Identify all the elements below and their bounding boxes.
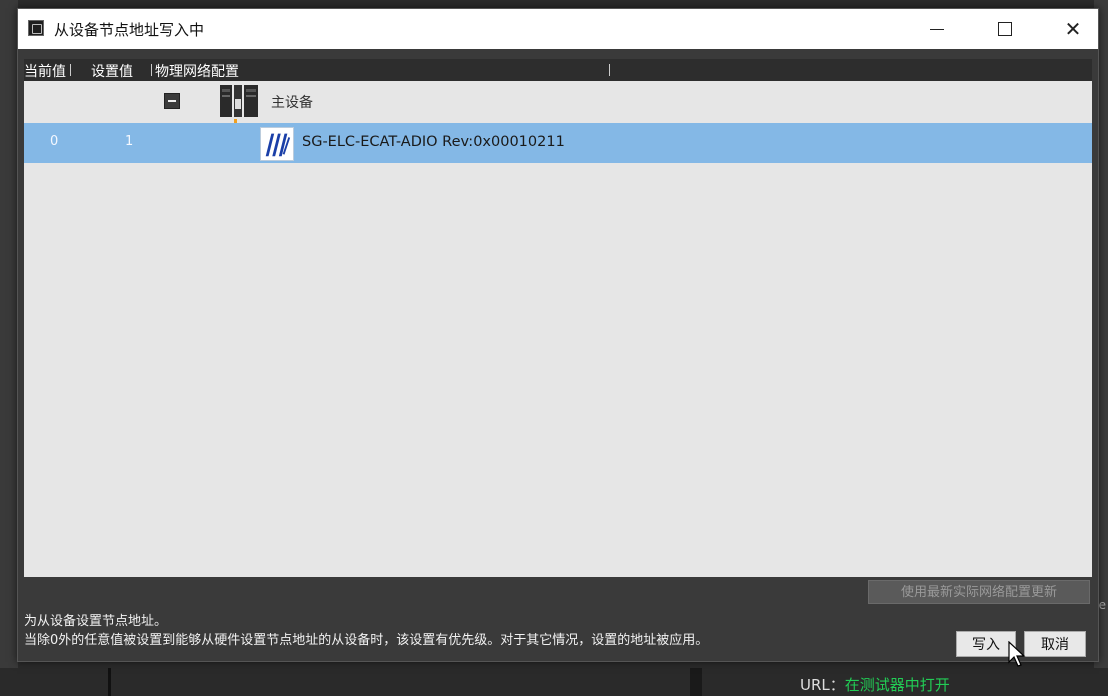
background-statusbar: URL：在测试器中打开 bbox=[0, 668, 1108, 696]
node-address-write-dialog: 从设备节点地址写入中 ✕ 当前值 设置值 物理网络配置 主设备 0 1 SG-E… bbox=[17, 8, 1099, 667]
description-line-1: 为从设备设置节点地址。 bbox=[24, 614, 168, 629]
background-window-left bbox=[0, 0, 18, 696]
url-label: URL： bbox=[800, 676, 845, 694]
column-header-set[interactable]: 设置值 bbox=[91, 61, 133, 81]
column-header-row: 当前值 设置值 物理网络配置 bbox=[24, 59, 1092, 81]
app-icon bbox=[28, 20, 44, 36]
minimize-icon bbox=[930, 28, 944, 30]
plc-master-icon bbox=[220, 85, 258, 117]
master-label: 主设备 bbox=[271, 95, 313, 111]
cancel-button[interactable]: 取消 bbox=[1024, 631, 1086, 657]
background-text-fragment: e bbox=[1098, 598, 1106, 612]
tree-row-slave[interactable]: 0 1 SG-ELC-ECAT-ADIO Rev:0x00010211 bbox=[24, 123, 1092, 163]
close-icon: ✕ bbox=[1064, 17, 1082, 41]
background-url-label: URL：在测试器中打开 bbox=[800, 674, 950, 695]
column-header-topology[interactable]: 物理网络配置 bbox=[155, 61, 239, 81]
column-resize-handle[interactable] bbox=[151, 64, 152, 76]
write-button[interactable]: 写入 bbox=[956, 631, 1016, 657]
maximize-button[interactable] bbox=[982, 9, 1028, 49]
column-resize-handle[interactable] bbox=[70, 64, 71, 76]
update-from-actual-network-button[interactable]: 使用最新实际网络配置更新 bbox=[868, 580, 1090, 604]
collapse-icon[interactable] bbox=[164, 93, 180, 109]
set-value-cell[interactable]: 1 bbox=[125, 134, 133, 149]
tree-row-master[interactable]: 主设备 bbox=[24, 81, 1092, 121]
mouse-cursor-icon bbox=[1008, 641, 1026, 667]
window-title: 从设备节点地址写入中 bbox=[54, 21, 205, 39]
title-bar[interactable]: 从设备节点地址写入中 ✕ bbox=[18, 9, 1098, 49]
url-link[interactable]: 在测试器中打开 bbox=[845, 676, 950, 694]
description-line-2: 当除0外的任意值被设置到能够从硬件设置节点地址的从设备时，该设置有优先级。对于其… bbox=[24, 633, 709, 648]
column-resize-handle[interactable] bbox=[609, 64, 610, 76]
close-button[interactable]: ✕ bbox=[1050, 9, 1096, 49]
maximize-icon bbox=[998, 22, 1012, 36]
background-divider bbox=[108, 668, 111, 696]
background-divider bbox=[690, 668, 702, 696]
column-header-current[interactable]: 当前值 bbox=[24, 61, 66, 81]
minimize-button[interactable] bbox=[914, 9, 960, 49]
network-tree: 主设备 0 1 SG-ELC-ECAT-ADIO Rev:0x00010211 bbox=[24, 81, 1092, 577]
current-value-cell: 0 bbox=[50, 134, 59, 149]
slave-device-label: SG-ELC-ECAT-ADIO Rev:0x00010211 bbox=[302, 134, 565, 150]
ethercat-slave-icon bbox=[260, 127, 294, 161]
